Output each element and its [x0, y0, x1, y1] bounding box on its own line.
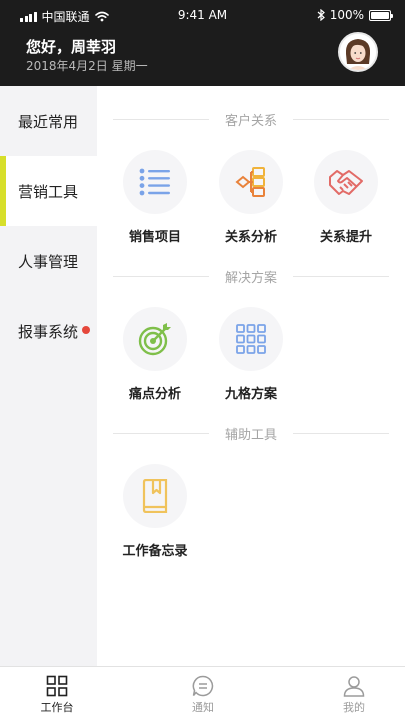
tile-label: 九格方案 — [224, 387, 277, 402]
tile-relation-upgrade[interactable]: 关系提升 — [301, 150, 391, 245]
tile-label: 关系分析 — [224, 230, 277, 245]
tab-mine[interactable]: 我的 — [314, 675, 394, 715]
battery-percent: 100% — [329, 8, 364, 22]
date-text: 2018年4月2日 星期一 — [26, 59, 148, 73]
sidebar-item-hr[interactable]: 人事管理 — [0, 226, 97, 296]
tab-bar: 工作台 通知 我的 — [0, 666, 405, 720]
tab-workbench[interactable]: 工作台 — [17, 675, 97, 715]
tile-label: 销售项目 — [128, 230, 181, 245]
status-right: 100% — [317, 8, 393, 22]
tile-work-memo[interactable]: 工作备忘录 — [110, 464, 200, 559]
flowchart-icon — [235, 167, 265, 197]
tile-label: 工作备忘录 — [122, 544, 188, 559]
battery-icon — [369, 9, 393, 21]
sidebar-item-label: 最近常用 — [18, 112, 79, 131]
dashboard-icon — [46, 675, 68, 697]
grid-icon — [236, 324, 266, 354]
target-icon — [138, 323, 171, 356]
handshake-icon — [329, 170, 363, 195]
status-bar: 中国联通 9:41 AM 100% — [0, 0, 405, 30]
sidebar: 最近常用 营销工具 人事管理 报事系统 — [0, 86, 97, 666]
tab-label: 我的 — [343, 701, 365, 714]
tab-notifications[interactable]: 通知 — [163, 675, 243, 715]
tile-label: 关系提升 — [319, 230, 372, 245]
tile-pain-point-analysis[interactable]: 痛点分析 — [110, 307, 200, 402]
message-icon — [192, 675, 214, 697]
greeting-text: 您好，周莘羽 — [26, 38, 117, 56]
sidebar-item-label: 报事系统 — [18, 322, 79, 341]
avatar[interactable] — [338, 32, 378, 72]
tile-nine-grid-plan[interactable]: 九格方案 — [206, 307, 296, 402]
tab-label: 工作台 — [40, 701, 74, 714]
tab-label: 通知 — [192, 701, 214, 714]
main-content: 客户关系 销售项目 关系分析 关系提升 解决方案 痛点分析 九格方案 辅助工具 … — [97, 86, 405, 666]
section-title-aux-tools: 辅助工具 — [113, 424, 390, 443]
section-title-solutions: 解决方案 — [113, 267, 390, 286]
user-icon — [343, 676, 365, 697]
tile-relation-analysis[interactable]: 关系分析 — [206, 150, 296, 245]
avatar-photo — [340, 34, 376, 70]
sidebar-item-label: 人事管理 — [18, 252, 79, 271]
section-title-customer: 客户关系 — [113, 110, 390, 129]
list-icon — [139, 168, 170, 196]
notebook-icon — [142, 479, 168, 513]
sidebar-item-label: 营销工具 — [18, 182, 79, 201]
tile-sales-projects[interactable]: 销售项目 — [110, 150, 200, 245]
sidebar-item-marketing[interactable]: 营销工具 — [0, 156, 97, 226]
header: 中国联通 9:41 AM 100% 您好，周莘羽 2018年4月2日 星期一 — [0, 0, 405, 86]
sidebar-item-report[interactable]: 报事系统 — [0, 296, 97, 366]
notification-badge — [82, 326, 90, 334]
sidebar-item-recent[interactable]: 最近常用 — [0, 86, 97, 156]
bluetooth-icon — [317, 9, 325, 21]
tile-label: 痛点分析 — [128, 387, 181, 402]
